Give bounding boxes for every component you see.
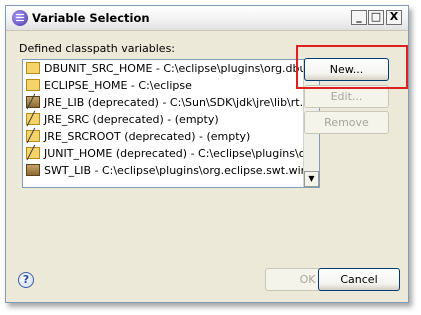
help-icon[interactable]: ?	[18, 272, 34, 288]
folder-icon	[26, 111, 40, 128]
list-label: Defined classpath variables:	[19, 42, 176, 55]
item-label: JRE_LIB (deprecated) - C:\Sun\SDK\jdk\jr…	[44, 96, 318, 109]
item-label: ECLIPSE_HOME - C:\eclipse	[44, 79, 192, 92]
item-label: JUNIT_HOME (deprecated) - C:\eclipse\plu…	[44, 147, 319, 160]
list-item[interactable]: JUNIT_HOME (deprecated) - C:\eclipse\plu…	[23, 145, 319, 162]
minimize-button[interactable]: _	[351, 10, 367, 25]
close-button[interactable]: X	[386, 10, 402, 25]
folder-icon	[26, 79, 40, 91]
edit-button[interactable]: Edit...	[304, 85, 389, 108]
list-item[interactable]: JRE_LIB (deprecated) - C:\Sun\SDK\jdk\jr…	[23, 94, 319, 111]
folder-icon	[26, 128, 40, 145]
remove-button[interactable]: Remove	[304, 111, 389, 134]
item-label: DBUNIT_SRC_HOME - C:\eclipse\plugins\org…	[44, 62, 319, 75]
title-bar[interactable]: Variable Selection _ □ X	[6, 6, 408, 31]
list-item[interactable]: JRE_SRC (deprecated) - (empty)	[23, 111, 319, 128]
item-label: JRE_SRC (deprecated) - (empty)	[44, 113, 219, 126]
cancel-button[interactable]: Cancel	[318, 268, 400, 291]
folder-icon	[26, 62, 40, 74]
list-item[interactable]: ECLIPSE_HOME - C:\eclipse	[23, 77, 319, 94]
eclipse-icon	[12, 10, 28, 26]
list-item[interactable]: DBUNIT_SRC_HOME - C:\eclipse\plugins\org…	[23, 60, 319, 77]
item-label: SWT_LIB - C:\eclipse\plugins\org.eclipse…	[44, 164, 319, 177]
item-label: JRE_SRCROOT (deprecated) - (empty)	[44, 130, 251, 143]
maximize-button[interactable]: □	[368, 10, 384, 25]
folder-icon	[26, 145, 40, 162]
jar-icon	[26, 164, 40, 176]
list-item[interactable]: SWT_LIB - C:\eclipse\plugins\org.eclipse…	[23, 162, 319, 179]
jar-icon	[26, 94, 40, 111]
list-item[interactable]: JRE_SRCROOT (deprecated) - (empty)	[23, 128, 319, 145]
scroll-down-icon[interactable]: ▼	[304, 171, 319, 187]
classpath-variables-list[interactable]: DBUNIT_SRC_HOME - C:\eclipse\plugins\org…	[22, 59, 320, 188]
window-title: Variable Selection	[32, 11, 150, 25]
new-button[interactable]: New...	[304, 58, 389, 81]
